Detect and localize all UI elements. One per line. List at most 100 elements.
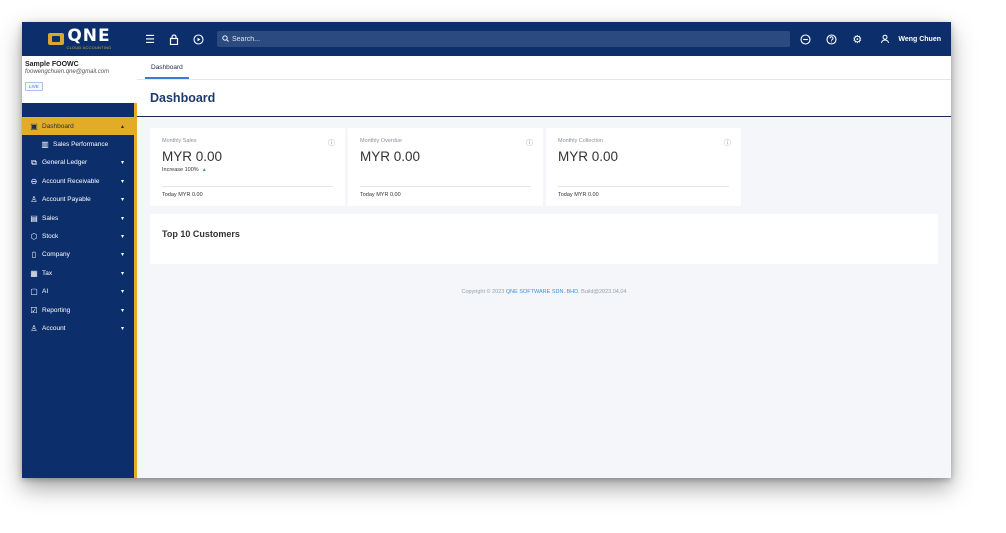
sidebar-item-label: General Ledger <box>42 159 88 167</box>
ledger-icon: ⧉ <box>31 157 37 167</box>
logo-text: QNE CLOUD ACCOUNTING <box>67 28 112 50</box>
tax-icon: ▦ <box>30 268 38 278</box>
search-icon <box>222 34 229 44</box>
sidebar-item-sales[interactable]: ▤ Sales ▾ <box>22 209 134 227</box>
sidebar-item-tax[interactable]: ▦ Tax ▾ <box>22 264 134 282</box>
company-name: Sample FOOWC <box>25 61 79 68</box>
copyright-prefix: Copyright © 2023 <box>461 289 506 295</box>
logo-word: QNE <box>67 26 111 46</box>
card-footer: Today MYR 0.00 <box>360 192 401 198</box>
main-area: Dashboard Dashboard Monthly Sales ⓘ MYR … <box>137 56 951 478</box>
company-email: foowengchuen.qne@gmail.com <box>25 69 110 75</box>
sidebar-item-account-receivable[interactable]: ⊖ Account Receivable ▾ <box>22 172 134 190</box>
chevron-down-icon: ▾ <box>120 307 124 314</box>
card-label: Monthly Sales <box>162 138 197 144</box>
sidebar-item-ai[interactable]: ▢ AI ▾ <box>22 283 134 301</box>
sidebar-item-dashboard[interactable]: ▣ Dashboard ▴ <box>22 117 134 136</box>
top-customers-panel: Top 10 Customers <box>150 214 938 264</box>
receivable-icon: ⊖ <box>30 176 38 186</box>
tab-dashboard[interactable]: Dashboard <box>145 64 189 79</box>
minus-circle-icon[interactable] <box>796 30 814 48</box>
sidebar-nav: ▣ Dashboard ▴ ▥ Sales Performance ⧉ Gene… <box>22 103 137 478</box>
search-input[interactable] <box>232 35 732 43</box>
card-value: MYR 0.00 <box>360 149 421 164</box>
chevron-down-icon: ▾ <box>120 325 124 332</box>
logo[interactable]: QNE CLOUD ACCOUNTING <box>22 22 137 56</box>
logo-mark-icon <box>47 33 64 45</box>
logo-subtitle: CLOUD ACCOUNTING <box>66 45 112 50</box>
chart-icon: ▥ <box>41 140 49 150</box>
live-badge: LIVE <box>25 82 43 91</box>
chevron-down-icon: ▾ <box>120 160 124 167</box>
sidebar-item-label: Reporting <box>42 306 71 314</box>
sidebar-item-label: Account <box>42 324 66 332</box>
payable-icon: ♙ <box>30 195 38 205</box>
dashboard-icon: ▣ <box>30 121 38 131</box>
card-divider <box>558 186 729 187</box>
card-footer: Today MYR 0.00 <box>558 192 599 198</box>
user-name: Weng Chuen <box>898 35 941 43</box>
page-header: Dashboard <box>137 80 951 117</box>
card-monthly-collection: Monthly Collection ⓘ MYR 0.00 Today MYR … <box>546 128 741 206</box>
card-label: Monthly Overdue <box>360 138 402 144</box>
logo-group: QNE CLOUD ACCOUNTING <box>47 28 112 50</box>
info-icon[interactable]: ⓘ <box>328 138 335 148</box>
sidebar: Sample FOOWC foowengchuen.qne@gmail.com … <box>22 56 137 478</box>
play-circle-icon[interactable] <box>189 30 207 48</box>
sidebar-item-reporting[interactable]: ☑ Reporting ▾ <box>22 301 134 319</box>
user-icon <box>876 30 894 48</box>
card-monthly-sales: Monthly Sales ⓘ MYR 0.00 Increase 100% ▲… <box>150 128 345 206</box>
sidebar-item-label: Dashboard <box>42 122 74 130</box>
ai-icon: ▢ <box>30 287 38 297</box>
sales-icon: ▤ <box>30 213 38 223</box>
card-label: Monthly Collection <box>558 138 603 144</box>
card-footer: Today MYR 0.00 <box>162 192 203 198</box>
chevron-down-icon: ▾ <box>120 215 124 222</box>
top-bar: QNE CLOUD ACCOUNTING ☰ Search... ⚙ Weng … <box>22 22 951 56</box>
card-divider <box>360 186 531 187</box>
sidebar-item-label: Stock <box>42 233 59 241</box>
sidebar-item-label: Sales <box>42 214 59 222</box>
toolbar-right: ⚙ Weng Chuen <box>796 30 951 48</box>
chevron-down-icon: ▾ <box>120 252 124 259</box>
company-icon: ▯ <box>31 250 37 260</box>
menu-icon[interactable]: ☰ <box>141 30 159 48</box>
info-icon[interactable]: ⓘ <box>724 138 731 148</box>
trend-text: Increase 100% <box>162 167 199 173</box>
chevron-down-icon: ▾ <box>120 197 124 204</box>
sidebar-item-label: Sales Performance <box>53 141 109 149</box>
info-icon[interactable]: ⓘ <box>526 138 533 148</box>
dashboard-content: Monthly Sales ⓘ MYR 0.00 Increase 100% ▲… <box>137 117 951 477</box>
card-trend: Increase 100% ▲ <box>162 167 333 173</box>
user-menu[interactable]: Weng Chuen <box>876 30 941 48</box>
top-customers-title: Top 10 Customers <box>162 229 240 239</box>
sidebar-item-stock[interactable]: ⬡ Stock ▾ <box>22 227 134 245</box>
toolbar-left: ☰ <box>141 30 207 48</box>
sidebar-item-general-ledger[interactable]: ⧉ General Ledger ▾ <box>22 154 134 172</box>
search-box[interactable] <box>217 31 790 47</box>
build-info: Build@2023.04.04 <box>579 289 627 295</box>
company-link[interactable]: QNE SOFTWARE SDN. BHD. <box>506 289 580 295</box>
chevron-down-icon: ▾ <box>120 234 124 241</box>
sidebar-item-label: AI <box>42 288 49 296</box>
sidebar-item-account-payable[interactable]: ♙ Account Payable ▾ <box>22 191 134 209</box>
sidebar-item-company[interactable]: ▯ Company ▾ <box>22 246 134 264</box>
chevron-down-icon: ▾ <box>120 178 124 185</box>
help-icon[interactable] <box>822 30 840 48</box>
reporting-icon: ☑ <box>30 305 38 315</box>
stock-icon: ⬡ <box>30 232 38 242</box>
trend-up-icon: ▲ <box>201 167 207 173</box>
page-title: Dashboard <box>150 91 216 105</box>
card-monthly-overdue: Monthly Overdue ⓘ MYR 0.00 Today MYR 0.0… <box>348 128 543 206</box>
lock-icon[interactable] <box>165 30 183 48</box>
card-value: MYR 0.00 <box>162 149 223 164</box>
company-info: Sample FOOWC foowengchuen.qne@gmail.com … <box>22 56 137 102</box>
chevron-up-icon: ▴ <box>120 123 124 130</box>
tabs-bar: Dashboard <box>137 56 951 80</box>
sidebar-item-account[interactable]: ♙ Account ▾ <box>22 319 134 337</box>
gear-icon[interactable]: ⚙ <box>848 30 866 48</box>
sidebar-item-sales-performance[interactable]: ▥ Sales Performance <box>22 135 134 154</box>
copyright-footer: Copyright © 2023 QNE SOFTWARE SDN. BHD. … <box>137 289 951 295</box>
chevron-down-icon: ▾ <box>120 289 124 296</box>
app-window: QNE CLOUD ACCOUNTING ☰ Search... ⚙ Weng … <box>22 22 951 478</box>
